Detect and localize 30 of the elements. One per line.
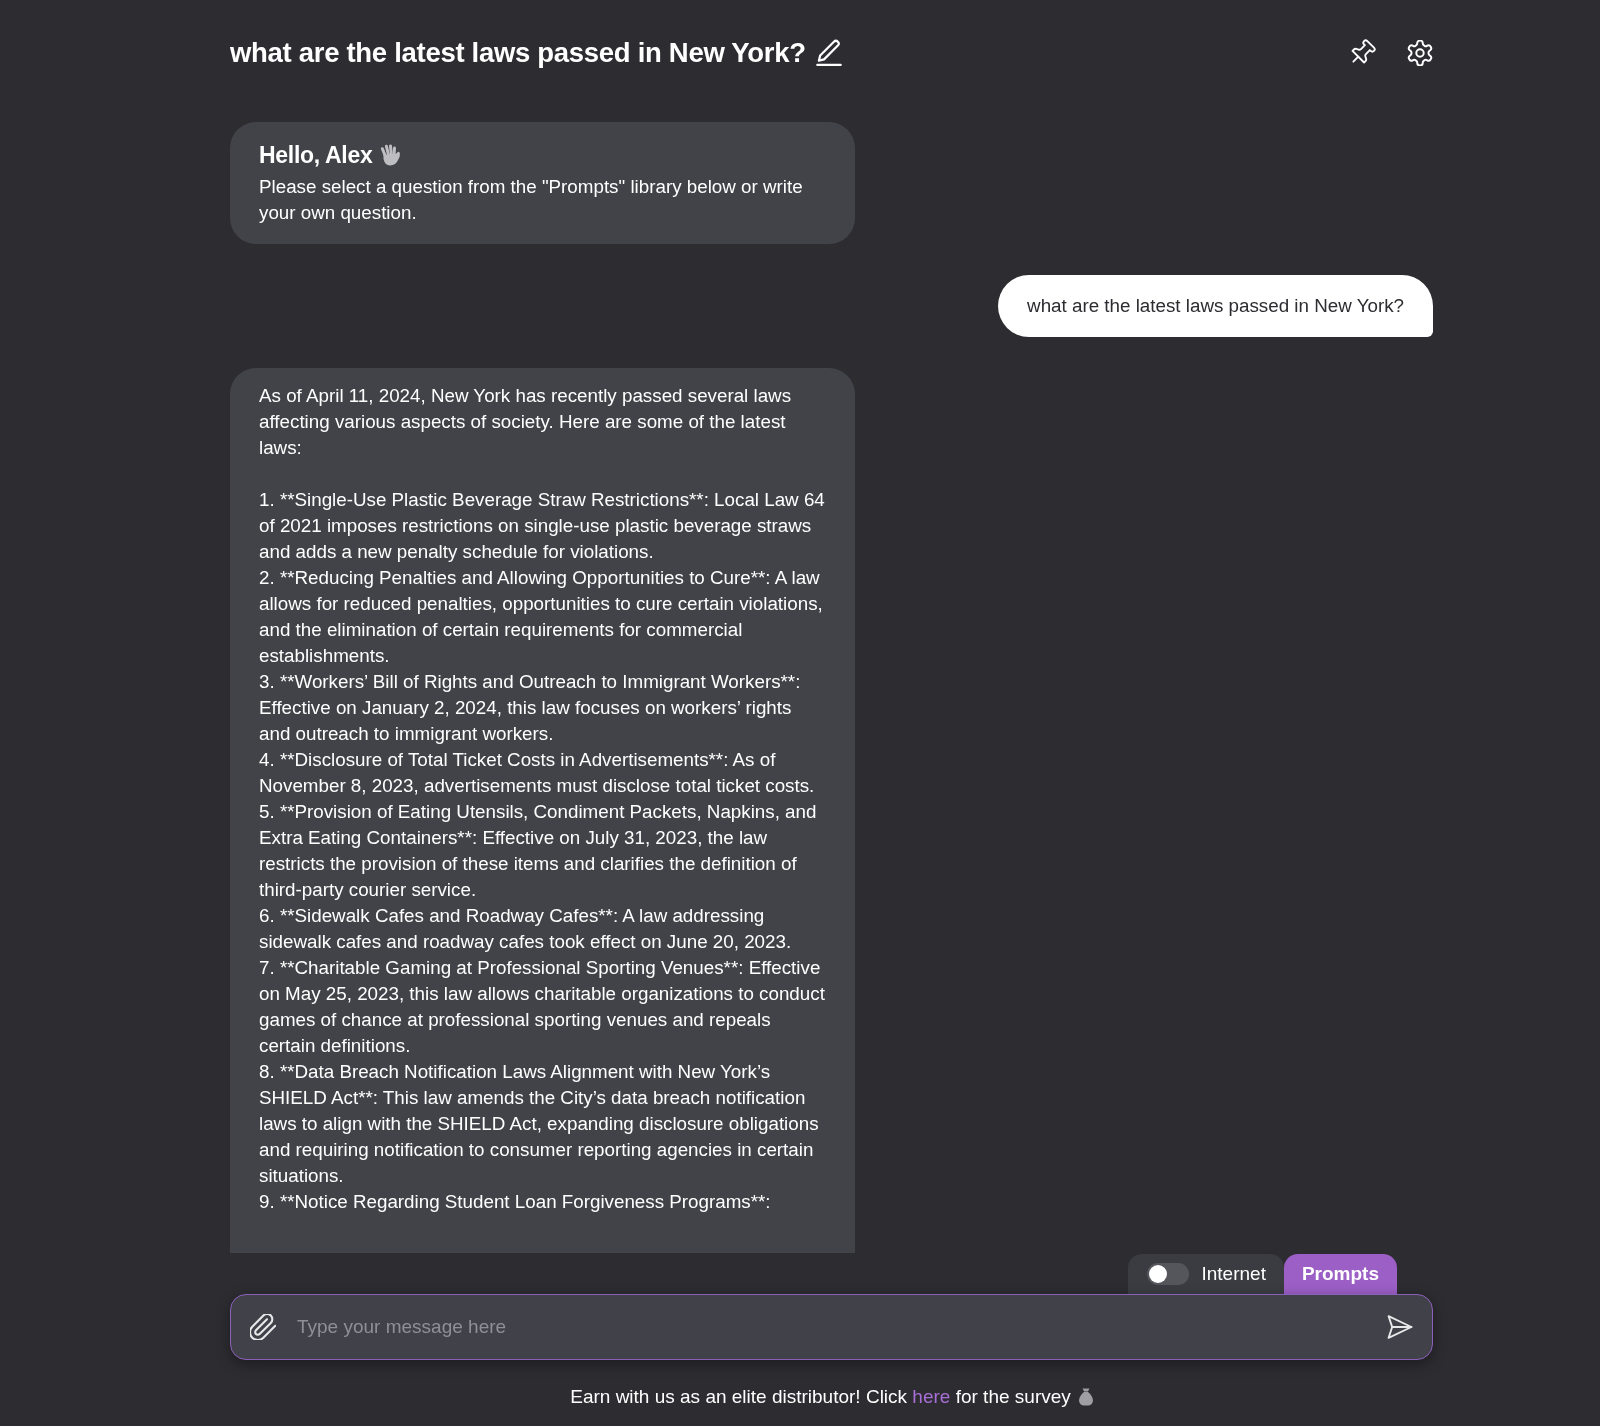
greeting-text: Please select a question from the "Prompts" library below or write your own question.: [259, 175, 804, 225]
send-icon: [1387, 1315, 1413, 1339]
survey-prompt: Earn with us as an elite distributor! Click here for the survey: [570, 1385, 1071, 1409]
greeting-title: Hello, Alex: [259, 141, 373, 170]
answer-intro: As of April 11, 2024, New York has recently passed several laws affecting various aspects of society. Here are some of the latest laws:: [259, 384, 793, 460]
user-message: what are the latest laws passed in New York?: [998, 275, 1433, 337]
internet-toggle[interactable]: [1147, 1263, 1190, 1285]
answer-list-item: 9. **Notice Regarding Student Loan Forgiveness Programs**:: [259, 1190, 772, 1214]
answer-list-item: 3. **Workers’ Bill of Rights and Outreach to Immigrant Workers**: Effective on January 2, 2024, this law focuses on workers’ rights and outreach to immigrant workers.: [259, 670, 802, 746]
edit-title-button[interactable]: [815, 39, 842, 67]
answer-list-item: 4. **Disclosure of Total Ticket Costs in Advertisements**: As of November 8, 2023, advertisements must disclose total ticket costs.: [259, 748, 816, 798]
settings-icon: [1407, 40, 1433, 66]
attach-button[interactable]: [250, 1314, 276, 1340]
pencil-icon: [815, 39, 842, 67]
money-bag-icon: [1078, 1388, 1093, 1406]
answer-list-item: 2. **Reducing Penalties and Allowing Opportunities to Cure**: A law allows for reduced penalties, opportunities to cure certain violations, and the elimination of certain requirements for commercial establishments.: [259, 566, 824, 668]
send-button[interactable]: [1387, 1315, 1413, 1339]
answer-list-item: 5. **Provision of Eating Utensils, Condiment Packets, Napkins, and Extra Eating Containers**: Effective on July 31, 2023, the law restricts the provision of these items and clarifies the definition of third-party courier service.: [259, 800, 818, 902]
internet-label: Internet: [1201, 1262, 1266, 1286]
message-input[interactable]: Type your message here: [230, 1294, 1433, 1360]
chat-title: what are the latest laws passed in New York?: [230, 36, 806, 70]
answer-list-item: 1. **Single-Use Plastic Beverage Straw Restrictions**: Local Law 64 of 2021 imposes restrictions on single-use plastic beverage straws and adds a new penalty schedule for violations.: [259, 488, 826, 564]
paperclip-icon: [250, 1314, 276, 1340]
answer-list-item: 7. **Charitable Gaming at Professional Sporting Venues**: Effective on May 25, 2023, this law allows charitable organizations to conduct games of chance at professional sporting venues and repeals certain definitions.: [259, 956, 826, 1058]
answer-list-item: 8. **Data Breach Notification Laws Alignment with New York’s SHIELD Act**: This law amends the City’s data breach notification laws to align with the SHIELD Act, expanding disclosure obligations and requiring notification to consumer reporting agencies in certain situations.: [259, 1060, 820, 1188]
prompts-button[interactable]: Prompts: [1283, 1254, 1397, 1294]
survey-link[interactable]: here: [912, 1386, 951, 1407]
settings-button[interactable]: [1407, 40, 1433, 66]
waving-hand-icon: [379, 143, 402, 167]
answer-list-item: 6. **Sidewalk Cafes and Roadway Cafes**: A law addressing sidewalk cafes and roadway cafes took effect on June 20, 2023.: [259, 904, 793, 954]
